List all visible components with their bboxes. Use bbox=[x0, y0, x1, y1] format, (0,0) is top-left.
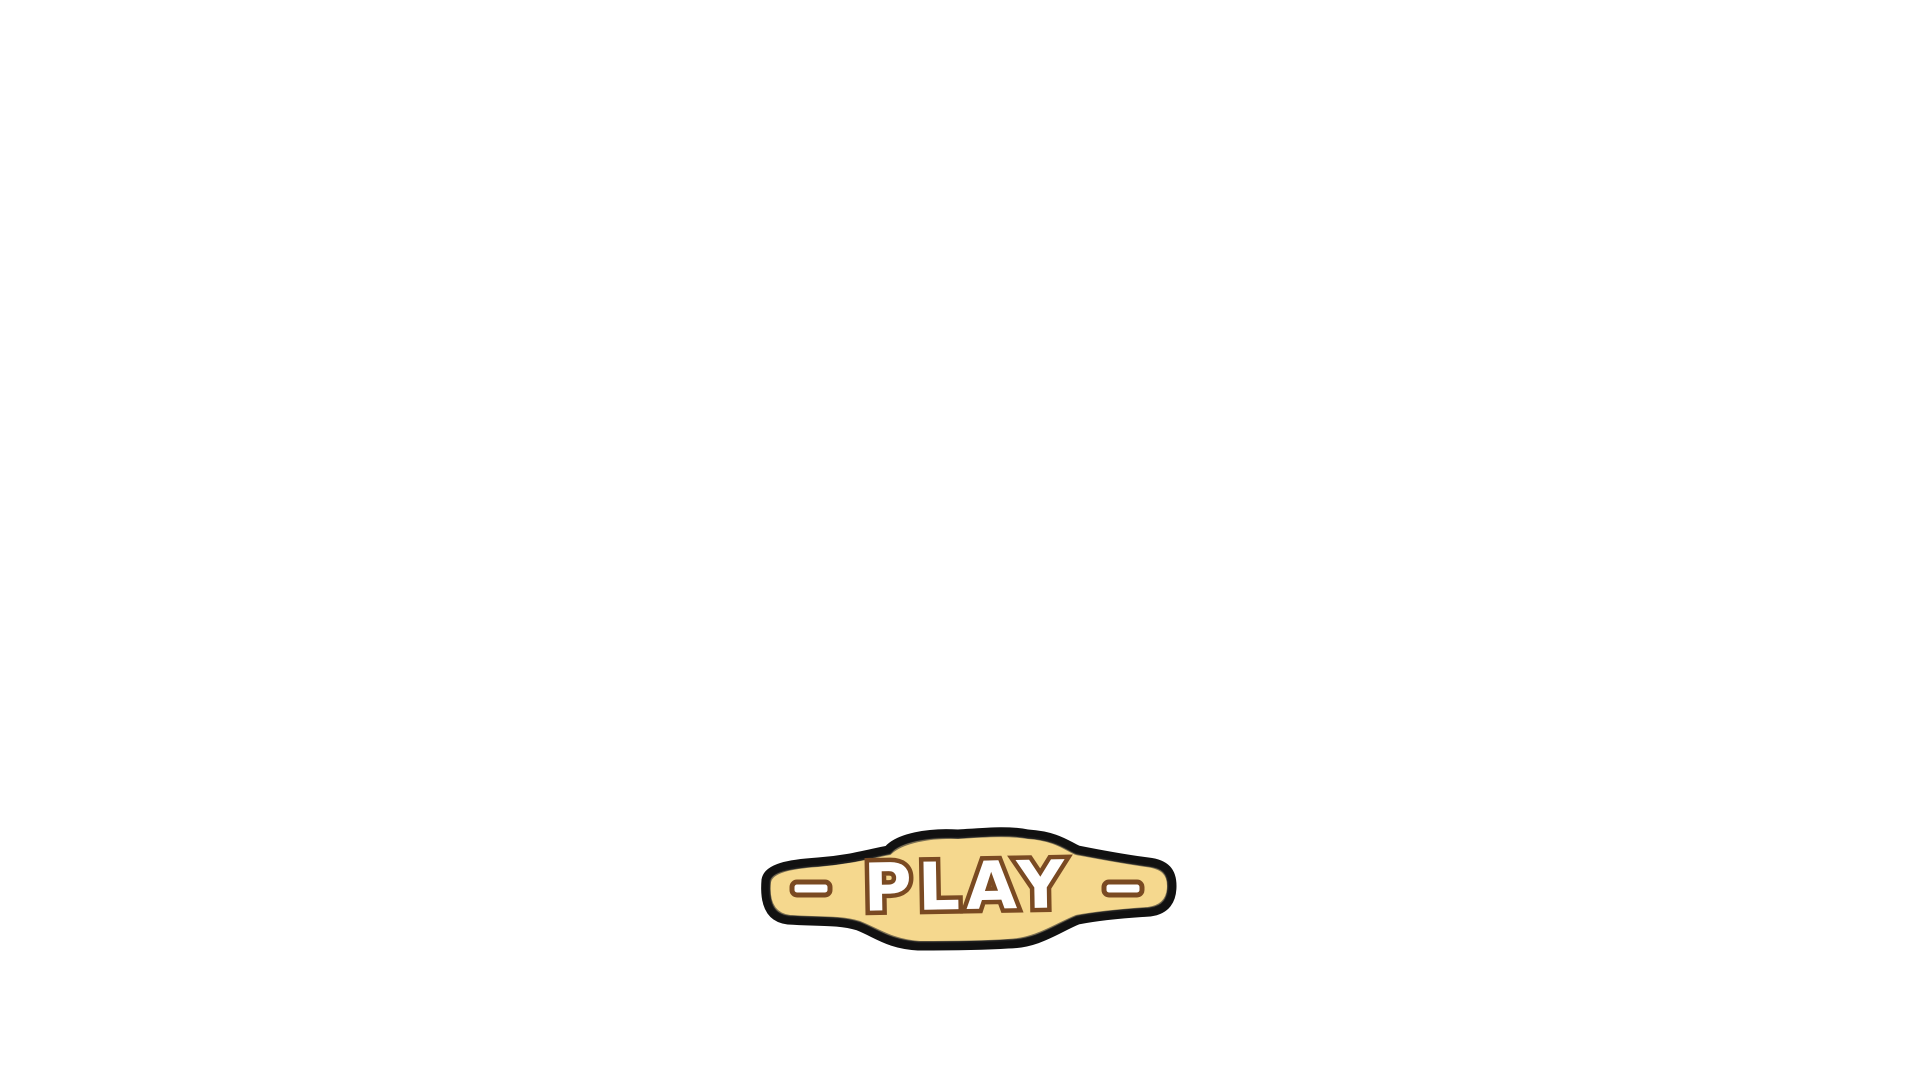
play-button[interactable]: PLAY bbox=[758, 827, 1177, 951]
play-button-banner bbox=[761, 827, 1177, 951]
game-screen: PLAY bbox=[0, 0, 1920, 1080]
